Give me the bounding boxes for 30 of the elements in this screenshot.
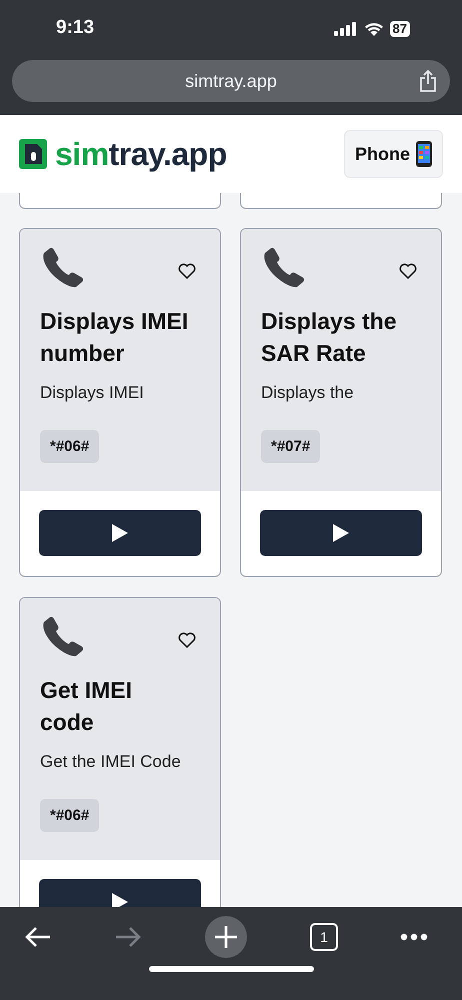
battery-level: 87 [390,21,410,37]
address-bar[interactable]: simtray.app [12,60,450,102]
heart-icon[interactable] [178,263,196,279]
tab-count-button[interactable]: 1 [310,923,338,951]
heart-icon[interactable] [399,263,417,279]
back-arrow-icon[interactable] [24,925,52,949]
card-description: Displays IMEI [40,383,144,402]
sim-card-icon [19,139,47,169]
code-tag: *#06# [40,430,100,463]
more-icon[interactable] [400,933,428,941]
phone-icon [416,141,432,167]
device-button[interactable]: Phone [344,130,443,178]
share-icon[interactable] [419,69,437,93]
code-tag: *#06# [40,799,100,832]
card-title: Displays IMEI number [40,307,190,368]
site-logo[interactable]: simtray.app [55,136,227,172]
card-title: Get IMEI code [40,676,134,737]
card-description: Displays the [261,383,354,402]
card-title: Displays the SAR Rate [261,307,398,368]
card-description: Get the IMEI Code [40,752,181,771]
code-tag: *#07# [261,430,320,463]
wifi-icon [364,22,384,36]
heart-icon[interactable] [178,632,196,648]
play-icon [332,523,350,543]
status-time: 9:13 [56,17,94,39]
signal-icon [334,22,358,36]
play-button[interactable] [39,510,201,556]
new-tab-button[interactable] [204,915,248,959]
play-icon [111,523,129,543]
play-button[interactable] [260,510,422,556]
